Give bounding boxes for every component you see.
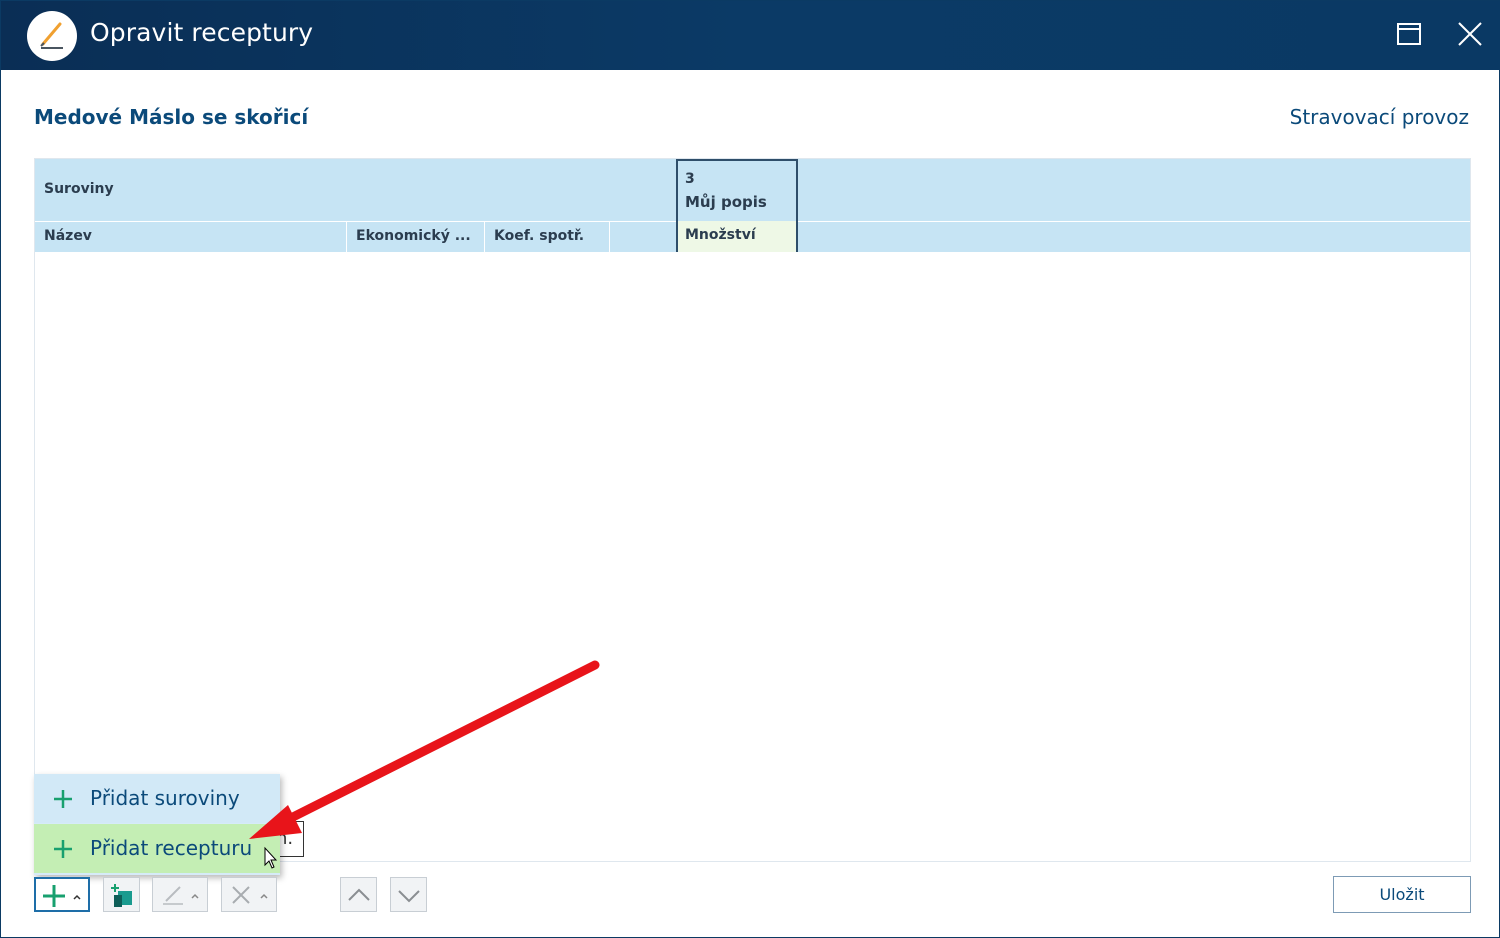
window-title: Opravit receptury xyxy=(90,18,314,47)
close-icon[interactable] xyxy=(1453,17,1487,51)
edit-pencil-icon xyxy=(27,11,77,61)
titlebar: Opravit receptury xyxy=(1,1,1500,70)
chevron-up-icon xyxy=(348,888,370,901)
plus-icon xyxy=(43,885,81,907)
maximize-icon[interactable] xyxy=(1392,17,1426,51)
column-header-name[interactable]: Název xyxy=(44,228,92,244)
selected-column-number: 3 xyxy=(685,171,695,187)
selected-column-subheader[interactable]: Množství xyxy=(676,221,798,252)
group-label: Suroviny xyxy=(44,181,114,197)
menu-item-add-ingredients[interactable]: Přidat suroviny xyxy=(34,774,280,823)
column-header-coef[interactable]: Koef. spotř. xyxy=(494,228,584,244)
add-copy-icon xyxy=(111,884,132,907)
column-divider[interactable] xyxy=(484,221,485,252)
column-divider[interactable] xyxy=(609,221,610,252)
delete-dropdown-button[interactable] xyxy=(221,877,277,912)
menu-item-label: Přidat suroviny xyxy=(90,786,240,810)
add-dropdown-button[interactable] xyxy=(34,877,90,912)
edit-dropdown-button[interactable] xyxy=(152,877,208,912)
recipe-name: Medové Máslo se skořicí xyxy=(34,105,309,129)
column-header-economic[interactable]: Ekonomický ... xyxy=(356,228,471,244)
save-button[interactable]: Uložit xyxy=(1333,876,1471,913)
selected-column-header[interactable]: 3 Můj popis xyxy=(676,159,798,221)
menu-item-add-recipe[interactable]: Přidat recepturu xyxy=(34,824,280,873)
column-header-quantity: Množství xyxy=(685,227,756,243)
context-link[interactable]: Stravovací provoz xyxy=(1290,105,1469,129)
add-dropdown-menu: Přidat suroviny Přidat recepturu xyxy=(34,774,280,875)
plus-icon xyxy=(52,838,74,860)
menu-item-label: Přidat recepturu xyxy=(90,836,253,860)
plus-icon xyxy=(52,788,74,810)
move-down-button[interactable] xyxy=(390,877,427,912)
column-divider[interactable] xyxy=(346,221,347,252)
move-up-button[interactable] xyxy=(340,877,377,912)
ingredients-grid[interactable]: Suroviny Název Ekonomický ... Koef. spot… xyxy=(34,158,1471,862)
pencil-icon xyxy=(163,886,199,905)
chevron-down-icon xyxy=(398,890,420,903)
dialog-window: Opravit receptury Medové Máslo se skořic… xyxy=(0,0,1500,938)
add-from-template-button[interactable] xyxy=(103,877,140,912)
selected-column-description: Můj popis xyxy=(685,193,767,211)
delete-x-icon xyxy=(232,886,268,904)
